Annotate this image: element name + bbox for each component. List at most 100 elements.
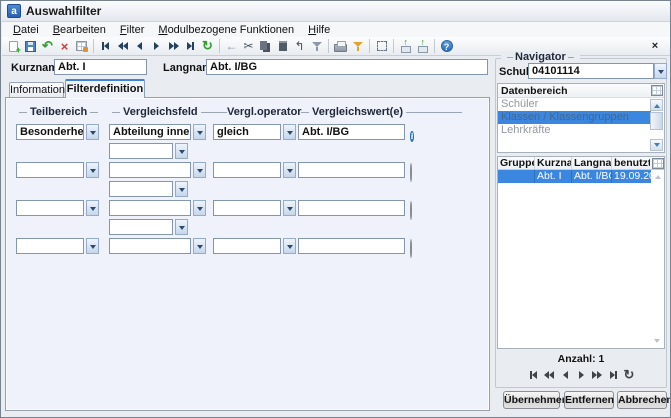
link-operator-combo-2[interactable]	[109, 181, 173, 197]
export-icon[interactable]	[414, 38, 431, 54]
undo-icon[interactable]: ↶	[39, 38, 56, 54]
nav-prior-page-icon[interactable]	[541, 367, 557, 383]
operator-combo-1-dropdown-icon[interactable]	[283, 124, 296, 140]
teilbereich-combo-3-dropdown-icon[interactable]	[86, 200, 99, 216]
kurzname-input[interactable]	[54, 59, 147, 75]
vergleichsfeld-combo-3[interactable]	[109, 200, 191, 216]
table-header-row: Gruppe Kurzname Langname benutzt	[498, 157, 664, 170]
back-icon[interactable]: ←	[223, 38, 240, 54]
app-icon: a	[7, 4, 21, 18]
prior-page-icon[interactable]	[114, 38, 131, 54]
operator-combo-2[interactable]	[213, 162, 281, 178]
next-page-icon[interactable]	[165, 38, 182, 54]
vergleichsfeld-combo-1-dropdown-icon[interactable]	[193, 124, 206, 140]
abbrechen-button[interactable]: Abbrechen	[617, 391, 667, 409]
table-scroll-up[interactable]	[651, 170, 664, 183]
operator-combo-4[interactable]	[213, 238, 281, 254]
tab-information[interactable]: Information	[9, 82, 64, 98]
nav-first-record-icon[interactable]	[525, 367, 541, 383]
new-record-icon[interactable]: +	[5, 38, 22, 54]
menu-bearbeiten[interactable]: Bearbeiten	[46, 24, 113, 36]
teilbereich-combo-3[interactable]	[16, 200, 84, 216]
operator-combo-4-dropdown-icon[interactable]	[283, 238, 296, 254]
list-item-klassen-klassengruppen[interactable]: Klassen / Klassengruppen	[498, 111, 651, 124]
list-settings-icon[interactable]	[651, 85, 663, 96]
operator-combo-2-dropdown-icon[interactable]	[283, 162, 296, 178]
help-icon[interactable]: ?	[438, 38, 455, 54]
vergleichswert-input-3[interactable]	[298, 200, 405, 216]
vergleichswert-input-1[interactable]: Abt. I/BG	[298, 124, 405, 140]
menu-hilfe[interactable]: Hilfe	[301, 24, 337, 36]
teilbereich-combo-4[interactable]	[16, 238, 84, 254]
entfernen-button[interactable]: Entfernen	[564, 391, 614, 409]
column-header-langname[interactable]: Langname	[572, 157, 612, 169]
quick-filter-icon[interactable]	[349, 38, 366, 54]
teilbereich-combo-4-dropdown-icon[interactable]	[86, 238, 99, 254]
table-settings-icon[interactable]	[652, 158, 664, 169]
operator-combo-3[interactable]	[213, 200, 281, 216]
menu-datei[interactable]: Datei	[6, 24, 46, 36]
nav-prior-record-icon[interactable]	[557, 367, 573, 383]
scroll-down-button[interactable]	[650, 139, 663, 151]
operator-combo-3-dropdown-icon[interactable]	[283, 200, 296, 216]
link-operator-combo-1[interactable]	[109, 143, 173, 159]
table-edit-icon[interactable]	[73, 38, 90, 54]
close-panel-button[interactable]: ×	[647, 39, 663, 53]
next-record-icon[interactable]	[148, 38, 165, 54]
list-item-schueler[interactable]: Schüler	[498, 98, 651, 111]
nav-next-page-icon[interactable]	[589, 367, 605, 383]
teilbereich-combo-2[interactable]	[16, 162, 84, 178]
save-icon[interactable]	[22, 38, 39, 54]
langname-input[interactable]	[206, 59, 488, 75]
prior-record-icon[interactable]	[131, 38, 148, 54]
table-scroll-down[interactable]	[650, 336, 663, 347]
column-header-gruppe[interactable]: Gruppe	[498, 157, 535, 169]
vergleichswert-input-2[interactable]	[298, 162, 405, 178]
copy-icon[interactable]	[257, 38, 274, 54]
menu-filter[interactable]: Filter	[113, 24, 151, 36]
scrollbar-thumb[interactable]	[650, 112, 663, 130]
table-row[interactable]: Abt. I Abt. I/BG 19.09.20...	[498, 170, 664, 183]
vergleichsfeld-combo-1[interactable]: Abteilung innerhalb d	[109, 124, 191, 140]
refresh-icon[interactable]: ↻	[199, 38, 216, 54]
teilbereich-combo-2-dropdown-icon[interactable]	[86, 162, 99, 178]
column-header-benutzt[interactable]: benutzt	[612, 157, 650, 169]
cell-benutzt: 19.09.20...	[612, 170, 651, 183]
fit-selection-icon[interactable]	[373, 38, 390, 54]
link-operator-combo-2-dropdown-icon[interactable]	[175, 181, 188, 197]
list-item-lehrkraefte[interactable]: Lehrkräfte	[498, 124, 651, 137]
teilbereich-combo-1[interactable]: Besonderheiten	[16, 124, 84, 140]
link-operator-combo-1-dropdown-icon[interactable]	[175, 143, 188, 159]
import-icon[interactable]	[397, 38, 414, 54]
link-operator-combo-3-dropdown-icon[interactable]	[175, 219, 188, 235]
schule-combo-dropdown-icon[interactable]	[654, 63, 667, 79]
vergleichsfeld-combo-2-dropdown-icon[interactable]	[193, 162, 206, 178]
nav-next-record-icon[interactable]	[573, 367, 589, 383]
column-header-kurzname[interactable]: Kurzname	[535, 157, 572, 169]
operator-combo-1[interactable]: gleich	[213, 124, 281, 140]
revert-icon[interactable]: ↰	[291, 38, 308, 54]
nav-refresh-icon[interactable]: ↻	[621, 367, 637, 383]
last-record-icon[interactable]	[182, 38, 199, 54]
cell-langname: Abt. I/BG	[572, 170, 612, 183]
vergleichsfeld-combo-4[interactable]	[109, 238, 191, 254]
vergleichsfeld-combo-2[interactable]	[109, 162, 191, 178]
first-record-icon[interactable]	[97, 38, 114, 54]
link-operator-combo-3[interactable]	[109, 219, 173, 235]
nav-last-record-icon[interactable]	[605, 367, 621, 383]
menu-modulbezogene-funktionen[interactable]: Modulbezogene Funktionen	[151, 24, 301, 36]
vergleichswert-input-4[interactable]	[298, 238, 405, 254]
scroll-up-button[interactable]	[650, 99, 663, 111]
vergleichsfeld-combo-3-dropdown-icon[interactable]	[193, 200, 206, 216]
print-icon[interactable]	[332, 38, 349, 54]
tab-filterdefinition[interactable]: Filterdefinition	[65, 79, 145, 98]
cut-icon[interactable]: ✂	[240, 38, 257, 54]
delete-icon[interactable]: ×	[56, 38, 73, 54]
paste-icon[interactable]	[274, 38, 291, 54]
vergleichsfeld-combo-4-dropdown-icon[interactable]	[193, 238, 206, 254]
clear-filter-icon[interactable]	[308, 38, 325, 54]
teilbereich-combo-1-dropdown-icon[interactable]	[86, 124, 99, 140]
schule-combo[interactable]: 04101114	[528, 63, 654, 79]
uebernehmen-button[interactable]: Übernehmen	[503, 391, 560, 409]
row-1-info-icon[interactable]: i	[410, 126, 414, 144]
